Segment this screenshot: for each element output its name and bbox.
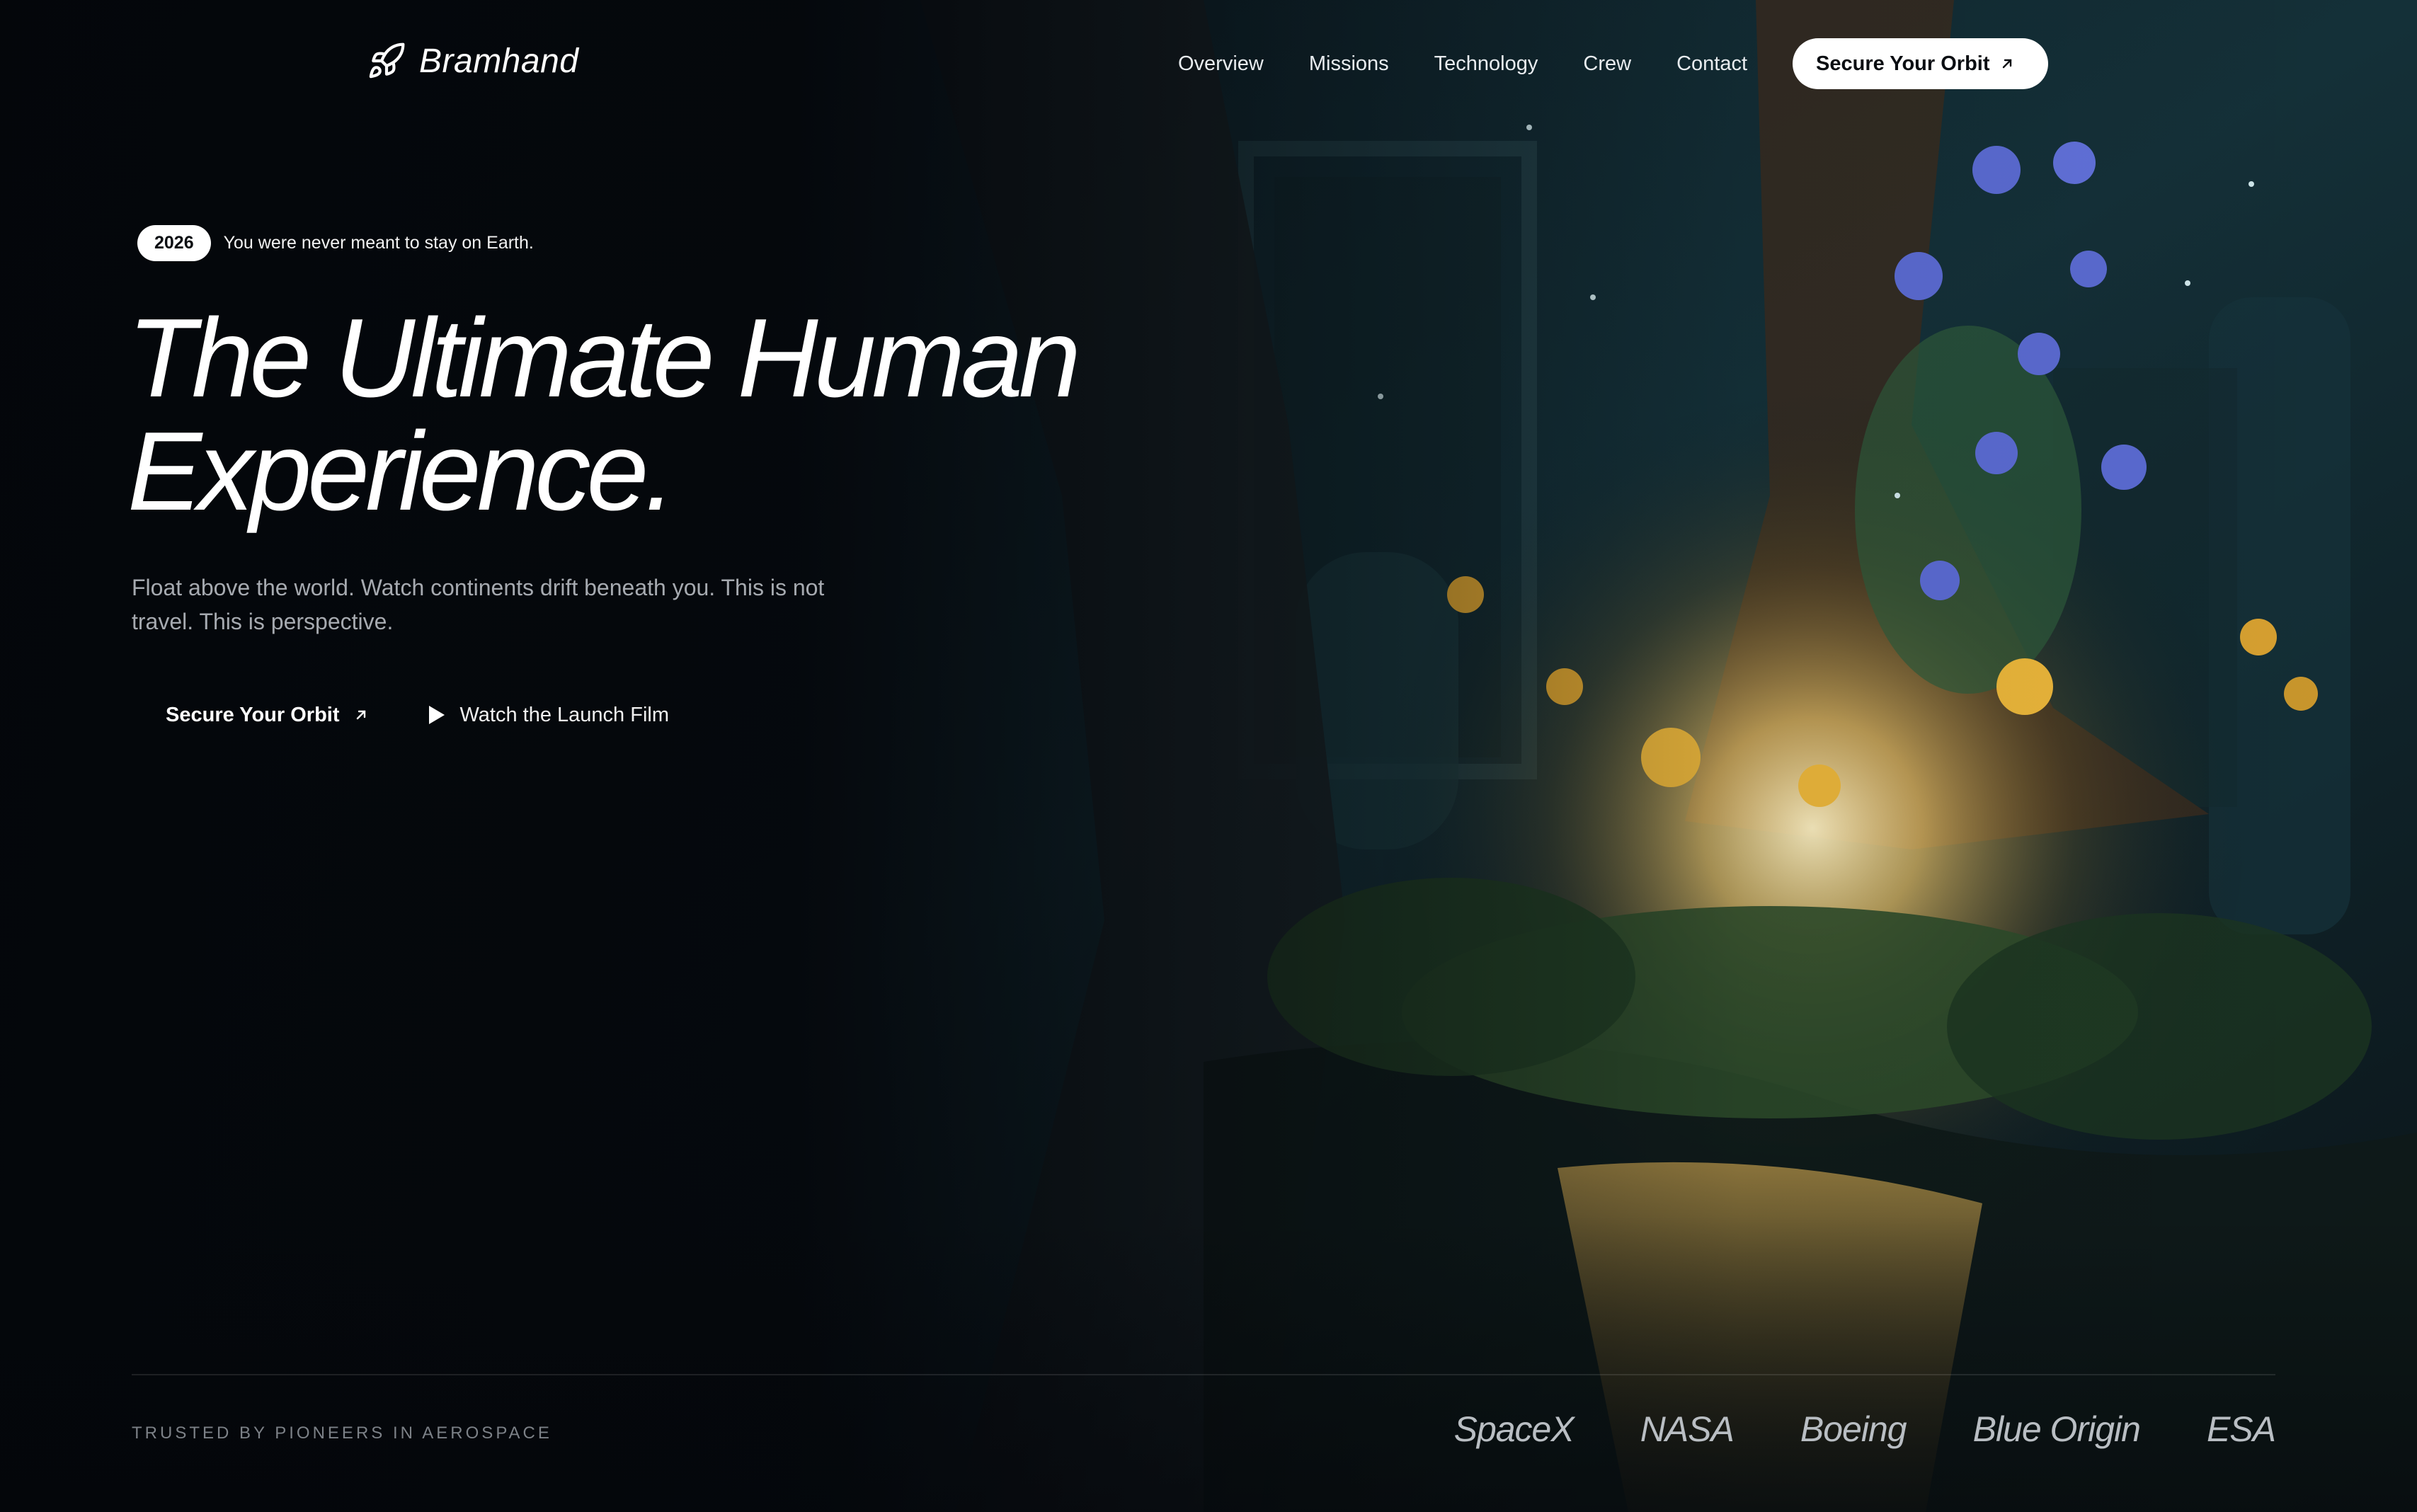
- bottom-dark-overlay: [0, 1215, 2417, 1512]
- nav-cta-label: Secure Your Orbit: [1816, 52, 1990, 75]
- page: Bramhand Overview Missions Technology Cr…: [0, 0, 2417, 1512]
- trusted-by-label: TRUSTED BY PIONEERS IN AEROSPACE: [132, 1424, 552, 1443]
- nav-item-contact[interactable]: Contact: [1676, 52, 1747, 76]
- announcement-text: You were never meant to stay on Earth.: [223, 233, 534, 253]
- partner-logo-spacex: SpaceX: [1453, 1409, 1575, 1449]
- arrow-up-right-icon: [356, 710, 365, 720]
- partner-logo-nasa: NASA: [1640, 1409, 1735, 1449]
- year-badge: 2026: [137, 225, 211, 261]
- partner-logo-esa: ESA: [2206, 1409, 2276, 1449]
- secure-orbit-button[interactable]: Secure Your Orbit: [132, 694, 402, 736]
- hero-subtext: Float above the world. Watch continents …: [132, 575, 825, 634]
- trust-divider: [132, 1374, 2275, 1375]
- brand-logo[interactable]: Bramhand: [367, 41, 578, 81]
- headline-line-2: Experience.: [127, 409, 675, 534]
- headline-line-1: The Ultimate Human: [127, 296, 1081, 420]
- nav-item-crew[interactable]: Crew: [1583, 52, 1631, 76]
- arrow-up-right-icon: [2002, 59, 2011, 69]
- announcement: 2026 You were never meant to stay on Ear…: [137, 225, 534, 261]
- nav-item-missions[interactable]: Missions: [1309, 52, 1389, 76]
- play-icon: [428, 706, 445, 724]
- nav-secure-orbit-button[interactable]: Secure Your Orbit: [1793, 38, 2048, 89]
- partner-logo-boeing: Boeing: [1800, 1409, 1907, 1449]
- hero-actions: Secure Your Orbit Watch the Launch Film: [132, 694, 669, 736]
- nav-item-overview[interactable]: Overview: [1178, 52, 1264, 76]
- watch-launch-film-button[interactable]: Watch the Launch Film: [428, 694, 670, 736]
- brand-name: Bramhand: [419, 42, 579, 80]
- hero-headline: The Ultimate Human Experience.: [127, 302, 1189, 528]
- secure-orbit-label: Secure Your Orbit: [166, 703, 340, 726]
- main-nav: Overview Missions Technology Crew Contac…: [1178, 38, 2048, 89]
- partner-logos: SpaceX NASA Boeing Blue Origin ESA: [1453, 1409, 2276, 1450]
- rocket-icon: [369, 42, 405, 79]
- watch-film-label: Watch the Launch Film: [459, 703, 670, 726]
- nav-item-technology[interactable]: Technology: [1434, 52, 1538, 76]
- partner-logo-blue-origin: Blue Origin: [1972, 1409, 2141, 1449]
